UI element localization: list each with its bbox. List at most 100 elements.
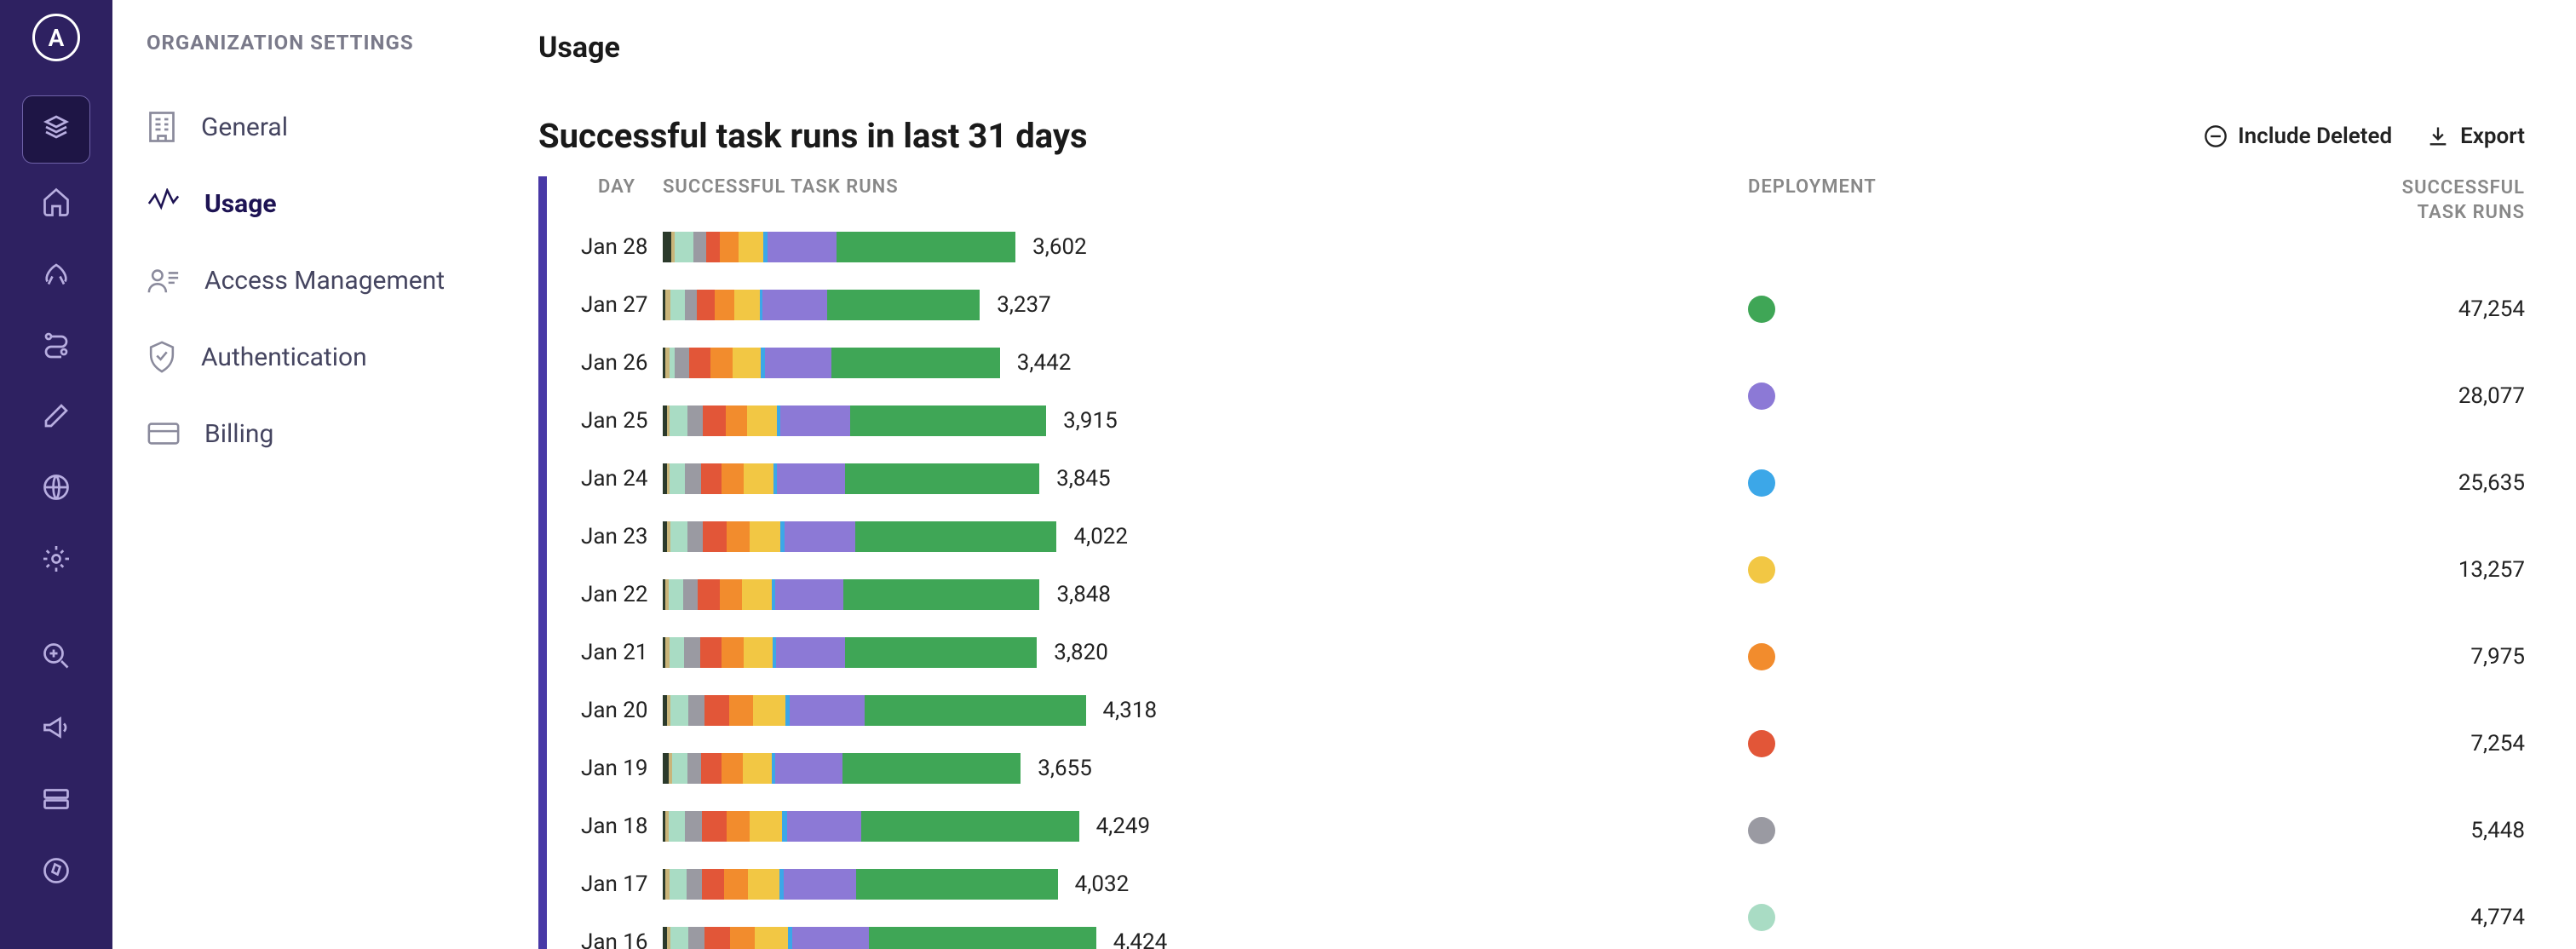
bar-segment [730,927,755,949]
bar-row[interactable]: Jan 22 3,848 [581,566,1697,624]
app-logo[interactable]: A [32,14,80,61]
bar-row[interactable]: Jan 193,655 [581,739,1697,797]
sidebar-item-billing[interactable]: Billing [147,395,504,472]
bar-row[interactable]: Jan 234,022 [581,508,1697,566]
bar-segment [865,695,1086,726]
nav-settings[interactable] [22,525,90,593]
bar-rows: Jan 283,602Jan 273,237Jan 263,442Jan 253… [581,218,1697,949]
bar-segment [702,869,724,900]
bar-track [663,579,1039,610]
legend-row[interactable]: 5,448 [1748,787,2525,874]
bar-row[interactable]: Jan 184,249 [581,797,1697,855]
include-deleted-toggle[interactable]: Include Deleted [2204,124,2392,149]
bar-segment [702,811,727,842]
bar-segment [688,927,705,949]
legend-row[interactable]: 47,254 [1748,266,2525,353]
bar-day-label: Jan 22 [581,582,663,607]
bar-segment [701,463,722,494]
sidebar-item-usage[interactable]: Usage [147,165,504,242]
nav-announce[interactable] [22,693,90,762]
bars-panel: DAY SUCCESSFUL TASK RUNS Jan 283,602Jan … [538,176,1697,949]
bar-segment [689,348,710,378]
runs-header: SUCCESSFUL TASK RUNS [663,176,899,198]
sidebar-item-general[interactable]: General [147,89,504,165]
nav-compass[interactable] [22,837,90,905]
bar-row[interactable]: Jan 253,915 [581,392,1697,450]
settings-sidebar: ORGANIZATION SETTINGS General Usage Acce… [112,0,538,949]
legend-row[interactable]: 4,774 [1748,874,2525,949]
bar-row[interactable]: Jan 263,442 [581,334,1697,392]
bar-segment [837,232,1015,262]
bar-segment [670,463,685,494]
bar-row[interactable]: Jan 164,424 [581,913,1697,949]
bar-segment [698,579,719,610]
bar-row[interactable]: Jan 174,032 [581,855,1697,913]
bar-segment [743,753,771,784]
nav-rocket[interactable] [22,239,90,307]
bar-segment [855,521,1057,552]
legend-swatch [1748,904,1775,931]
legend-row[interactable]: 7,254 [1748,700,2525,787]
bar-segment [734,290,760,320]
export-button[interactable]: Export [2426,124,2525,149]
legend-row[interactable]: 25,635 [1748,440,2525,526]
bar-total: 3,848 [1056,582,1111,607]
nav-edit[interactable] [22,382,90,450]
nav-search-plus[interactable] [22,622,90,690]
bar-row[interactable]: Jan 273,237 [581,276,1697,334]
icon-rail: A [0,0,112,949]
bar-day-label: Jan 16 [581,929,663,949]
bar-segment [748,869,779,900]
bar-segment [669,579,683,610]
bar-segment [755,927,788,949]
bar-segment [750,811,782,842]
legend-runs-header: SUCCESSFUL TASK RUNS [2402,176,2525,225]
nav-globe[interactable] [22,453,90,521]
bar-segment [687,405,703,436]
legend-row[interactable]: 7,975 [1748,613,2525,700]
sidebar-item-auth[interactable]: Authentication [147,319,504,395]
legend-swatch [1748,296,1775,323]
bar-segment [768,232,837,262]
bar-row[interactable]: Jan 283,602 [581,218,1697,276]
bar-track [663,463,1039,494]
bar-segment [724,869,748,900]
page-title: Usage [538,31,2525,65]
bar-segment [720,579,742,610]
bar-segment [670,695,688,726]
bar-row[interactable]: Jan 243,845 [581,450,1697,508]
nav-path[interactable] [22,310,90,378]
bar-track [663,348,1000,378]
bar-segment [670,927,688,949]
legend-swatch [1748,643,1775,670]
nav-server[interactable] [22,765,90,833]
bar-track [663,290,980,320]
eye-toggle-icon [2204,124,2228,148]
chart-actions: Include Deleted Export [2204,124,2525,149]
bar-segment [663,753,669,784]
sidebar-item-access[interactable]: Access Management [147,242,504,319]
bar-segment [706,232,720,262]
bar-row[interactable]: Jan 213,820 [581,624,1697,682]
nav-blocks[interactable] [22,95,90,164]
bar-segment [843,579,1039,610]
bar-segment [710,348,732,378]
bar-segment [780,405,850,436]
chart-area: DAY SUCCESSFUL TASK RUNS Jan 283,602Jan … [538,176,2525,949]
bar-total: 3,655 [1038,756,1092,781]
nav-home[interactable] [22,167,90,235]
bar-total: 4,249 [1096,814,1151,839]
bar-segment [850,405,1046,436]
legend-row[interactable]: 28,077 [1748,353,2525,440]
bar-track [663,232,1015,262]
bar-segment [688,695,705,726]
bar-segment [776,637,845,668]
main-content: Usage Successful task runs in last 31 da… [538,0,2576,949]
bar-segment [703,405,725,436]
legend-row[interactable]: 13,257 [1748,526,2525,613]
bar-day-label: Jan 23 [581,524,663,549]
legend-runs-value: 5,448 [2470,818,2525,843]
bar-segment [722,637,744,668]
bar-row[interactable]: Jan 204,318 [581,682,1697,739]
bar-track [663,521,1056,552]
